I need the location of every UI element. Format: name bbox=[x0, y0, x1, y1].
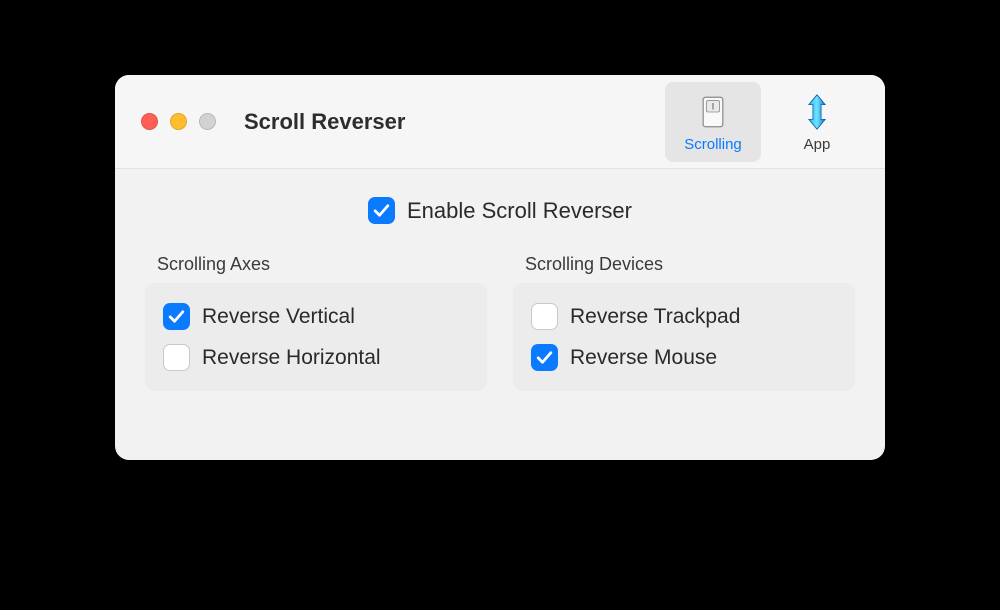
scrolling-devices-title: Scrolling Devices bbox=[525, 254, 855, 275]
reverse-vertical-checkbox[interactable] bbox=[163, 303, 190, 330]
switch-icon bbox=[691, 90, 735, 134]
reverse-mouse-checkbox[interactable] bbox=[531, 344, 558, 371]
scrolling-axes-group: Scrolling Axes Reverse Vertical Reverse … bbox=[145, 254, 487, 391]
reverse-horizontal-row: Reverse Horizontal bbox=[163, 340, 469, 375]
titlebar: Scroll Reverser Scrolling bbox=[115, 75, 885, 169]
reverse-trackpad-label: Reverse Trackpad bbox=[570, 305, 740, 329]
reverse-vertical-label: Reverse Vertical bbox=[202, 305, 355, 329]
tab-scrolling[interactable]: Scrolling bbox=[665, 82, 761, 162]
scrolling-devices-group: Scrolling Devices Reverse Trackpad Rever… bbox=[513, 254, 855, 391]
double-arrow-icon bbox=[795, 90, 839, 134]
reverse-horizontal-checkbox[interactable] bbox=[163, 344, 190, 371]
tab-app[interactable]: App bbox=[769, 82, 865, 162]
traffic-lights bbox=[141, 113, 216, 130]
tab-app-label: App bbox=[804, 136, 831, 153]
reverse-horizontal-label: Reverse Horizontal bbox=[202, 346, 381, 370]
zoom-button[interactable] bbox=[199, 113, 216, 130]
enable-checkbox[interactable] bbox=[368, 197, 395, 224]
preferences-window: Scroll Reverser Scrolling bbox=[115, 75, 885, 460]
content-pane: Enable Scroll Reverser Scrolling Axes Re… bbox=[115, 169, 885, 421]
reverse-mouse-row: Reverse Mouse bbox=[531, 340, 837, 375]
reverse-vertical-row: Reverse Vertical bbox=[163, 299, 469, 334]
reverse-mouse-label: Reverse Mouse bbox=[570, 346, 717, 370]
scrolling-devices-box: Reverse Trackpad Reverse Mouse bbox=[513, 283, 855, 391]
scrolling-axes-title: Scrolling Axes bbox=[157, 254, 487, 275]
enable-row: Enable Scroll Reverser bbox=[145, 197, 855, 224]
groups: Scrolling Axes Reverse Vertical Reverse … bbox=[145, 254, 855, 391]
enable-label: Enable Scroll Reverser bbox=[407, 198, 632, 224]
reverse-trackpad-checkbox[interactable] bbox=[531, 303, 558, 330]
scrolling-axes-box: Reverse Vertical Reverse Horizontal bbox=[145, 283, 487, 391]
close-button[interactable] bbox=[141, 113, 158, 130]
toolbar-tabs: Scrolling App bbox=[665, 82, 865, 162]
tab-scrolling-label: Scrolling bbox=[684, 136, 742, 153]
reverse-trackpad-row: Reverse Trackpad bbox=[531, 299, 837, 334]
minimize-button[interactable] bbox=[170, 113, 187, 130]
window-title: Scroll Reverser bbox=[244, 109, 405, 135]
